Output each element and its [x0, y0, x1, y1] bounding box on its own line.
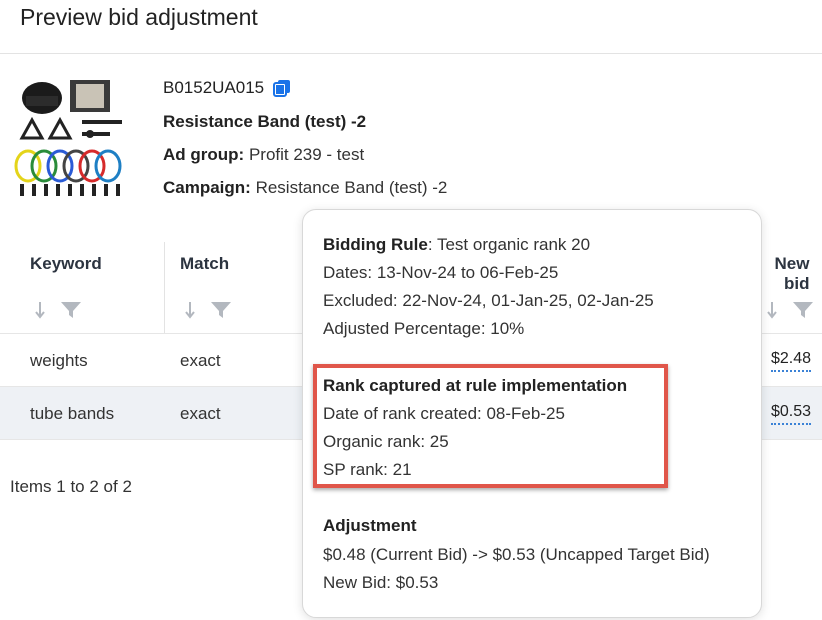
asin-text: B0152UA015 [163, 78, 265, 97]
bid-details-tooltip: Bidding Rule: Test organic rank 20 Dates… [302, 209, 762, 618]
filter-icon[interactable] [60, 300, 82, 320]
keyword-sort-filter [34, 300, 82, 320]
new-bid-header-line2: bid [784, 274, 810, 293]
rank-heading: Rank captured at rule implementation [323, 376, 627, 396]
new-bid-value[interactable]: $0.53 [771, 403, 812, 425]
column-header-keyword[interactable]: Keyword [30, 254, 102, 274]
column-header-new-bid[interactable]: New bid [774, 254, 810, 294]
rank-date: Date of rank created: 08-Feb-25 [323, 404, 565, 423]
copy-icon[interactable] [272, 78, 292, 98]
keyword-cell: weights [30, 351, 88, 370]
sort-down-icon[interactable] [34, 301, 46, 319]
campaign-label: Campaign: [163, 178, 251, 197]
filter-icon[interactable] [210, 300, 232, 320]
product-image [14, 80, 122, 196]
adjustment-heading-text: Adjustment [323, 516, 417, 535]
rule-dates: Dates: 13-Nov-24 to 06-Feb-25 [323, 263, 559, 282]
product-name: Resistance Band (test) -2 [163, 112, 367, 131]
match-cell: exact [180, 351, 221, 370]
campaign-value: Resistance Band (test) -2 [255, 178, 448, 197]
tooltip-new-bid: New Bid: $0.53 [323, 573, 439, 592]
new-bid-value[interactable]: $2.48 [771, 350, 812, 372]
bidding-rule-label: Bidding Rule [323, 235, 428, 254]
match-sort-filter [184, 300, 232, 320]
match-cell: exact [180, 404, 221, 423]
adjustment-detail: $0.48 (Current Bid) -> $0.53 (Uncapped T… [323, 545, 710, 564]
organic-rank: Organic rank: 25 [323, 432, 449, 451]
campaign-line: Campaign: Resistance Band (test) -2 [163, 178, 447, 198]
column-separator [164, 242, 165, 334]
bidding-rule-line: Bidding Rule: Test organic rank 20 [323, 235, 590, 255]
rank-heading-text: Rank captured at rule implementation [323, 376, 628, 395]
bidding-rule-value: : Test organic rank 20 [427, 235, 591, 254]
ad-group-value: Profit 239 - test [248, 145, 365, 164]
rule-excluded-dates: Excluded: 22-Nov-24, 01-Jan-25, 02-Jan-2… [323, 291, 654, 310]
new-bid-sort-filter [766, 300, 814, 320]
filter-icon[interactable] [792, 300, 814, 320]
new-bid-header-line1: New [774, 254, 810, 273]
sp-rank: SP rank: 21 [323, 460, 412, 479]
title-divider [0, 53, 822, 54]
ad-group-label: Ad group: [163, 145, 245, 164]
sort-down-icon[interactable] [184, 301, 196, 319]
dialog-title: Preview bid adjustment [20, 4, 258, 30]
keyword-cell: tube bands [30, 404, 115, 423]
pagination-summary: Items 1 to 2 of 2 [10, 477, 132, 496]
asin-row: B0152UA015 [163, 78, 292, 98]
adjustment-heading: Adjustment [323, 516, 417, 536]
column-header-match[interactable]: Match [180, 254, 229, 274]
sort-down-icon[interactable] [766, 301, 778, 319]
adjusted-percentage: Adjusted Percentage: 10% [323, 319, 525, 338]
ad-group-line: Ad group: Profit 239 - test [163, 145, 364, 165]
